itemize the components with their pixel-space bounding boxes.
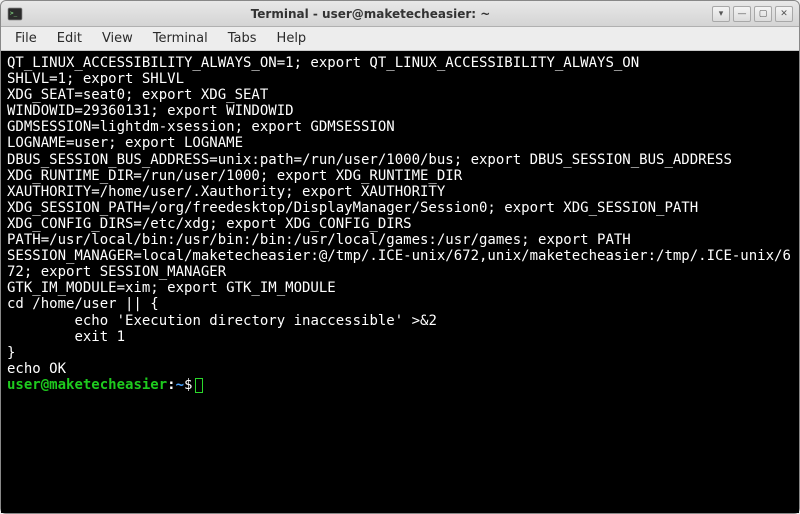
- maximize-button[interactable]: ▢: [754, 6, 772, 22]
- terminal-icon: >_: [7, 6, 23, 22]
- terminal-line: cd /home/user || {: [7, 296, 793, 312]
- prompt-path: ~: [176, 377, 184, 393]
- prompt-colon: :: [167, 377, 175, 393]
- menu-help[interactable]: Help: [267, 28, 317, 49]
- prompt-host: maketecheasier: [49, 377, 167, 393]
- terminal-line: GDMSESSION=lightdm-xsession; export GDMS…: [7, 119, 793, 135]
- terminal-line: XDG_CONFIG_DIRS=/etc/xdg; export XDG_CON…: [7, 216, 793, 232]
- terminal-line: QT_LINUX_ACCESSIBILITY_ALWAYS_ON=1; expo…: [7, 55, 793, 71]
- window-title: Terminal - user@maketecheasier: ~: [29, 7, 712, 21]
- prompt-user: user: [7, 377, 41, 393]
- prompt-at: @: [41, 377, 49, 393]
- menu-tabs[interactable]: Tabs: [218, 28, 267, 49]
- window-titlebar[interactable]: >_ Terminal - user@maketecheasier: ~ ▾ —…: [1, 1, 799, 27]
- terminal-line: WINDOWID=29360131; export WINDOWID: [7, 103, 793, 119]
- show-on-all-workspaces-button[interactable]: ▾: [712, 6, 730, 22]
- terminal-line: GTK_IM_MODULE=xim; export GTK_IM_MODULE: [7, 280, 793, 296]
- prompt: user@maketecheasier:~$: [7, 377, 192, 393]
- terminal-line: PATH=/usr/local/bin:/usr/bin:/bin:/usr/l…: [7, 232, 793, 248]
- svg-text:>_: >_: [10, 10, 18, 17]
- terminal-line: XAUTHORITY=/home/user/.Xauthority; expor…: [7, 184, 793, 200]
- menu-bar: File Edit View Terminal Tabs Help: [1, 27, 799, 51]
- terminal-line: SESSION_MANAGER=local/maketecheasier:@/t…: [7, 248, 793, 280]
- terminal-line: DBUS_SESSION_BUS_ADDRESS=unix:path=/run/…: [7, 152, 793, 168]
- terminal-line: XDG_RUNTIME_DIR=/run/user/1000; export X…: [7, 168, 793, 184]
- terminal-line: XDG_SESSION_PATH=/org/freedesktop/Displa…: [7, 200, 793, 216]
- window-controls: ▾ — ▢ ✕: [712, 6, 793, 22]
- terminal-line: }: [7, 345, 793, 361]
- terminal-line: echo 'Execution directory inaccessible' …: [7, 313, 793, 329]
- menu-file[interactable]: File: [5, 28, 47, 49]
- menu-edit[interactable]: Edit: [47, 28, 92, 49]
- terminal-lines: QT_LINUX_ACCESSIBILITY_ALWAYS_ON=1; expo…: [7, 55, 793, 377]
- cursor: [195, 378, 203, 393]
- prompt-dollar: $: [184, 377, 192, 393]
- close-button[interactable]: ✕: [775, 6, 793, 22]
- terminal-line: SHLVL=1; export SHLVL: [7, 71, 793, 87]
- terminal-line: XDG_SEAT=seat0; export XDG_SEAT: [7, 87, 793, 103]
- terminal-line: LOGNAME=user; export LOGNAME: [7, 135, 793, 151]
- minimize-button[interactable]: —: [733, 6, 751, 22]
- terminal-line: exit 1: [7, 329, 793, 345]
- menu-terminal[interactable]: Terminal: [143, 28, 218, 49]
- terminal-output[interactable]: QT_LINUX_ACCESSIBILITY_ALWAYS_ON=1; expo…: [1, 51, 799, 513]
- terminal-line: echo OK: [7, 361, 793, 377]
- menu-view[interactable]: View: [92, 28, 143, 49]
